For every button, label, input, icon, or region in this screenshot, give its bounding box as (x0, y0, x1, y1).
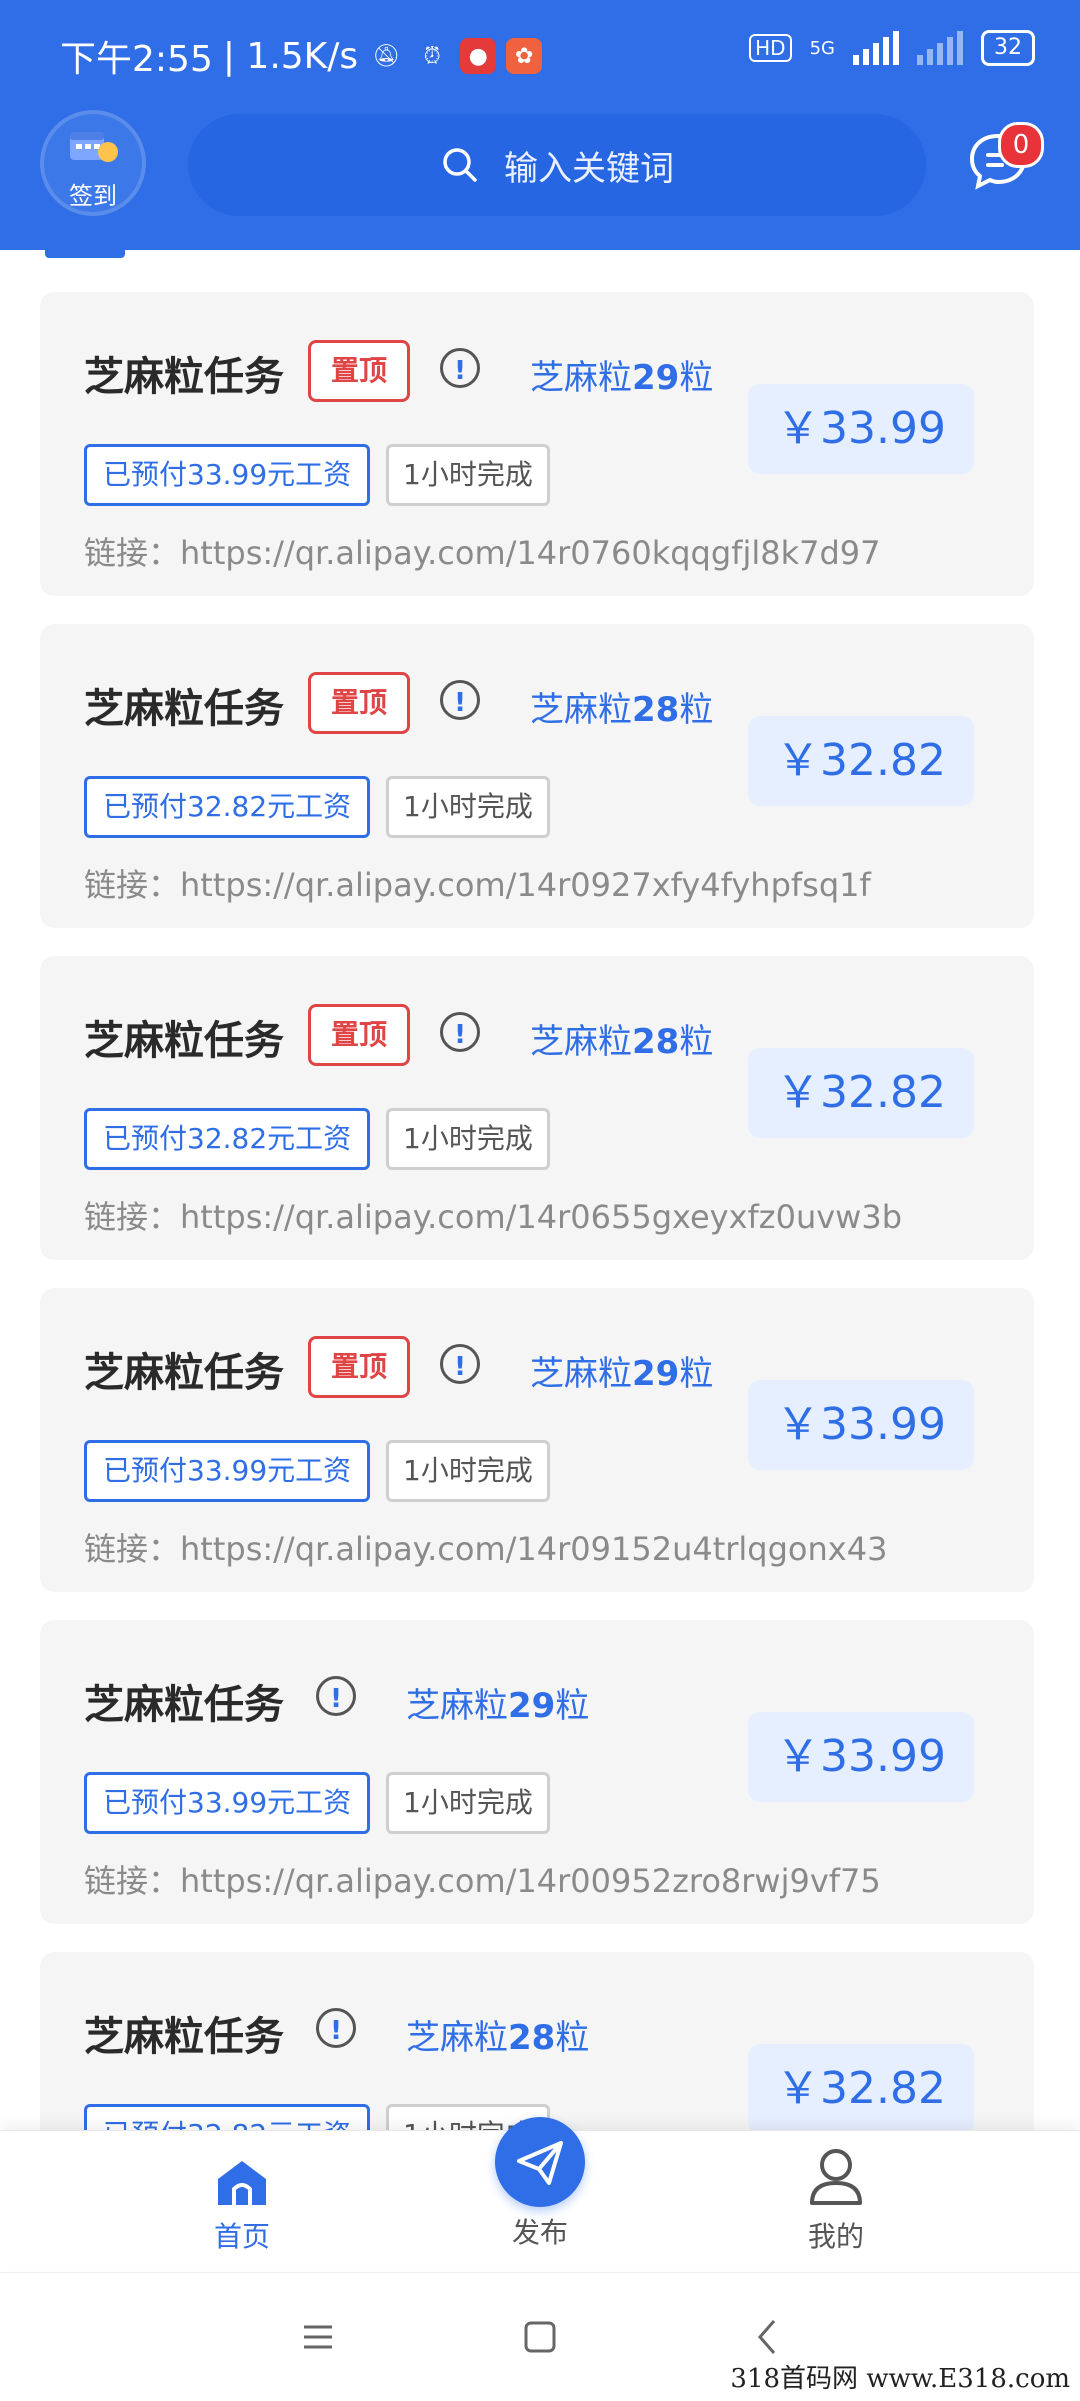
task-link[interactable]: 链接：https://qr.alipay.com/14r00952zro8rwj… (84, 1856, 881, 1902)
back-icon[interactable] (748, 2317, 788, 2357)
search-bar[interactable]: 输入关键词 (188, 114, 926, 216)
pinned-tag: 置顶 (308, 1004, 411, 1066)
user-icon (810, 2149, 862, 2205)
system-nav-bar: 318首码网 www.E318.com (0, 2272, 1080, 2401)
status-time: 下午2:55 (60, 39, 213, 80)
header: 签到 输入关键词 0 (0, 110, 1080, 250)
task-link[interactable]: 链接：https://qr.alipay.com/14r0655gxeyxfz0… (84, 1192, 902, 1238)
task-link[interactable]: 链接：https://qr.alipay.com/14r0760kqqgfjl8… (84, 528, 881, 574)
price-badge: ￥32.82 (748, 1048, 974, 1138)
info-icon[interactable]: ! (440, 680, 480, 720)
tab-indicator (45, 250, 125, 258)
task-link[interactable]: 链接：https://qr.alipay.com/14r09152u4trlqg… (84, 1524, 887, 1570)
task-title: 芝麻粒任务 (84, 1350, 284, 1396)
search-placeholder: 输入关键词 (504, 148, 674, 189)
nav-home[interactable]: 首页 (142, 2131, 342, 2271)
info-icon[interactable]: ! (440, 1012, 480, 1052)
task-list: 芝麻粒任务 置顶 ! 芝麻粒29粒 已预付33.99元工资 1小时完成 链接：h… (0, 258, 1080, 2130)
battery-indicator: 32 (981, 30, 1035, 66)
grains-label: 芝麻粒29粒 (406, 1686, 590, 1726)
grains-label: 芝麻粒28粒 (530, 690, 714, 730)
task-card[interactable]: 芝麻粒任务 ! 芝麻粒28粒 已预付32.82元工资 1小时完成 ￥32.82 (40, 1952, 1034, 2130)
watermark: 318首码网 www.E318.com (730, 2364, 1070, 2394)
price-badge: ￥33.99 (748, 384, 974, 474)
message-badge: 0 (998, 122, 1044, 168)
time-tag: 1小时完成 (386, 1440, 550, 1502)
signal-icon-2 (917, 31, 963, 65)
prepaid-tag: 已预付32.82元工资 (84, 776, 371, 838)
alarm-icon: ⏰︎ (423, 43, 441, 69)
price-badge: ￥32.82 (748, 2044, 974, 2130)
prepaid-tag: 已预付32.82元工资 (84, 1108, 371, 1170)
search-icon (443, 148, 477, 182)
home-icon (218, 2161, 266, 2205)
send-icon (517, 2141, 563, 2185)
nav-mine-label: 我的 (807, 2220, 864, 2253)
grains-label: 芝麻粒29粒 (530, 1354, 714, 1394)
grains-label: 芝麻粒28粒 (530, 1022, 714, 1062)
app-notification-icon-2: ✿ (506, 38, 543, 74)
signin-label: 签到 (69, 182, 117, 210)
status-bar: 下午2:55 | 1.5K/s 🔕︎ ⏰︎ ● ✿ HD 5G 32 (0, 0, 1080, 100)
info-icon[interactable]: ! (316, 1676, 356, 1716)
task-card[interactable]: 芝麻粒任务 置顶 ! 芝麻粒28粒 已预付32.82元工资 1小时完成 链接：h… (40, 956, 1034, 1260)
post-button[interactable] (495, 2117, 585, 2207)
task-link[interactable]: 链接：https://qr.alipay.com/14r0927xfy4fyhp… (84, 860, 871, 906)
prepaid-tag: 已预付33.99元工资 (84, 1772, 371, 1834)
pinned-tag: 置顶 (308, 672, 411, 734)
nav-home-label: 首页 (213, 2220, 270, 2253)
grains-label: 芝麻粒29粒 (530, 358, 714, 398)
task-card[interactable]: 芝麻粒任务 ! 芝麻粒29粒 已预付33.99元工资 1小时完成 链接：http… (40, 1620, 1034, 1924)
grains-label: 芝麻粒28粒 (406, 2018, 590, 2058)
prepaid-tag: 已预付33.99元工资 (84, 1440, 371, 1502)
time-tag: 1小时完成 (386, 444, 550, 506)
task-title: 芝麻粒任务 (84, 2014, 284, 2060)
bottom-nav: 首页 发布 我的 (0, 2117, 1080, 2271)
task-title: 芝麻粒任务 (84, 1682, 284, 1728)
task-card[interactable]: 芝麻粒任务 置顶 ! 芝麻粒29粒 已预付33.99元工资 1小时完成 链接：h… (40, 1288, 1034, 1592)
menu-icon[interactable] (298, 2317, 338, 2357)
app-notification-icon: ● (460, 38, 497, 74)
time-tag: 1小时完成 (386, 776, 550, 838)
hd-icon: HD (749, 34, 792, 62)
prepaid-tag: 已预付33.99元工资 (84, 444, 371, 506)
info-icon[interactable]: ! (440, 348, 480, 388)
nav-mine[interactable]: 我的 (736, 2131, 936, 2271)
task-title: 芝麻粒任务 (84, 686, 284, 732)
pinned-tag: 置顶 (308, 340, 411, 402)
price-badge: ￥32.82 (748, 716, 974, 806)
info-icon[interactable]: ! (440, 1344, 480, 1384)
price-badge: ￥33.99 (748, 1712, 974, 1802)
signal-icon (853, 31, 899, 65)
time-tag: 1小时完成 (386, 1108, 550, 1170)
info-icon[interactable]: ! (316, 2008, 356, 2048)
signin-button[interactable]: 签到 (40, 110, 146, 216)
time-tag: 1小时完成 (386, 1772, 550, 1834)
nav-post[interactable]: 发布 (440, 2117, 640, 2271)
calendar-icon (70, 132, 118, 162)
network-label: 5G (809, 37, 835, 59)
home-square-icon[interactable] (520, 2317, 560, 2357)
mute-icon: 🔕︎ (372, 43, 401, 69)
price-badge: ￥33.99 (748, 1380, 974, 1470)
pinned-tag: 置顶 (308, 1336, 411, 1398)
task-card[interactable]: 芝麻粒任务 置顶 ! 芝麻粒29粒 已预付33.99元工资 1小时完成 链接：h… (40, 292, 1034, 596)
task-card[interactable]: 芝麻粒任务 置顶 ! 芝麻粒28粒 已预付32.82元工资 1小时完成 链接：h… (40, 624, 1034, 928)
task-title: 芝麻粒任务 (84, 354, 284, 400)
top-bar: 下午2:55 | 1.5K/s 🔕︎ ⏰︎ ● ✿ HD 5G 32 签到 输入… (0, 0, 1080, 250)
prepaid-tag: 已预付32.82元工资 (84, 2104, 371, 2130)
status-speed: | 1.5K/s (222, 35, 359, 77)
task-title: 芝麻粒任务 (84, 1018, 284, 1064)
nav-post-label: 发布 (511, 2216, 568, 2249)
